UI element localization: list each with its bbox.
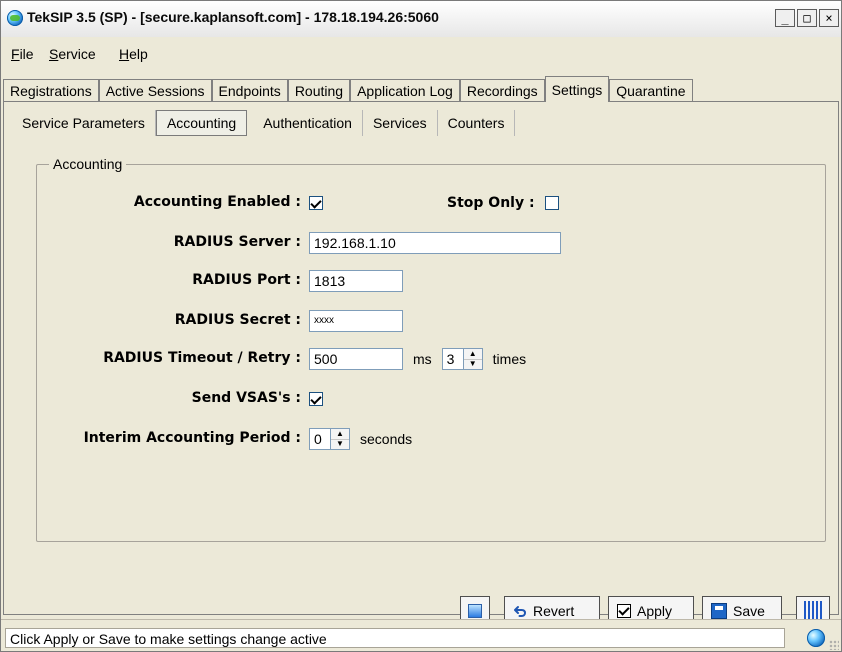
close-button[interactable]: ×	[819, 9, 839, 27]
row-radius-server: RADIUS Server : 192.168.1.10	[37, 231, 825, 255]
row-radius-port: RADIUS Port : 1813	[37, 269, 825, 293]
row-send-vsas: Send VSAS's :	[37, 387, 825, 411]
accounting-enabled-label: Accounting Enabled :	[133, 194, 301, 210]
stop-only-label: Stop Only :	[447, 195, 535, 211]
minimize-button[interactable]: _	[775, 9, 795, 27]
radius-secret-controls: xxxx	[309, 309, 403, 333]
revert-label: Revert	[533, 603, 575, 619]
tab-quarantine[interactable]: Quarantine	[609, 79, 693, 101]
tab-routing[interactable]: Routing	[287, 79, 351, 101]
menu-service[interactable]: Service	[45, 46, 100, 62]
menu-help[interactable]: Help	[115, 46, 152, 62]
main-frame: Registrations Active Sessions Endpoints …	[1, 71, 841, 626]
interim-period-value[interactable]: 0	[310, 429, 330, 449]
status-text: Click Apply or Save to make settings cha…	[5, 628, 785, 648]
subtab-service-parameters[interactable]: Service Parameters	[12, 110, 156, 136]
radius-server-controls: 192.168.1.10	[309, 231, 561, 255]
tab-active-sessions[interactable]: Active Sessions	[98, 79, 212, 101]
radius-timeout-input[interactable]: 500	[309, 348, 403, 370]
app-icon	[7, 10, 23, 26]
apply-check-icon	[617, 604, 631, 618]
save-label: Save	[733, 603, 765, 619]
radius-retry-value[interactable]: 3	[443, 349, 463, 369]
radius-secret-label: RADIUS Secret :	[174, 312, 301, 328]
accounting-groupbox: Accounting Accounting Enabled : Stop Onl…	[36, 156, 826, 542]
radius-port-input[interactable]: 1813	[309, 270, 403, 292]
row-accounting-enabled: Accounting Enabled : Stop Only :	[37, 191, 825, 215]
menu-bar: File Service Help	[1, 37, 841, 72]
app-window: TekSIP 3.5 (SP) - [secure.kaplansoft.com…	[0, 0, 842, 652]
close-icon: ×	[825, 11, 833, 25]
radius-timeout-retry-controls: 500 ms 3 ▲ ▼ times	[309, 347, 526, 371]
title-bar: TekSIP 3.5 (SP) - [secure.kaplansoft.com…	[1, 1, 841, 38]
stop-icon	[468, 604, 482, 618]
send-vsas-controls	[309, 387, 323, 411]
status-bar: Click Apply or Save to make settings cha…	[1, 619, 841, 651]
maximize-button[interactable]: □	[797, 9, 817, 27]
window-controls: _ □ ×	[775, 9, 839, 27]
radius-retry-spinner-buttons: ▲ ▼	[462, 349, 482, 369]
disk-label-area-icon	[715, 606, 723, 610]
main-tabs: Registrations Active Sessions Endpoints …	[3, 75, 693, 102]
interim-period-label: Interim Accounting Period :	[83, 430, 301, 446]
accounting-enabled-controls: Stop Only :	[309, 191, 559, 215]
interim-period-unit: seconds	[360, 431, 413, 447]
spinner-up-icon[interactable]: ▲	[331, 429, 349, 440]
row-interim-period: Interim Accounting Period : 0 ▲ ▼ second…	[37, 427, 825, 451]
radius-port-label: RADIUS Port :	[192, 272, 301, 288]
settings-tab-content: Service Parameters Accounting Authentica…	[3, 101, 839, 626]
spinner-down-icon[interactable]: ▼	[463, 359, 482, 369]
row-radius-secret: RADIUS Secret : xxxx	[37, 309, 825, 333]
subtab-accounting[interactable]: Accounting	[155, 110, 248, 136]
send-vsas-label: Send VSAS's :	[191, 390, 301, 406]
interim-period-controls: 0 ▲ ▼ seconds	[309, 427, 412, 451]
resize-grip-icon[interactable]	[829, 640, 839, 650]
interim-period-spinner[interactable]: 0 ▲ ▼	[309, 428, 350, 450]
tab-application-log[interactable]: Application Log	[350, 79, 460, 101]
settings-subtabs: Service Parameters Accounting Authentica…	[12, 110, 516, 136]
tab-endpoints[interactable]: Endpoints	[211, 79, 288, 101]
tab-settings[interactable]: Settings	[544, 76, 610, 102]
tab-registrations[interactable]: Registrations	[3, 79, 99, 101]
undo-icon	[513, 604, 527, 618]
status-app-icon	[807, 629, 825, 647]
radius-server-input[interactable]: 192.168.1.10	[309, 232, 561, 254]
maximize-icon: □	[803, 11, 811, 25]
radius-timeout-retry-label: RADIUS Timeout / Retry :	[103, 350, 301, 366]
subtab-counters[interactable]: Counters	[438, 110, 516, 136]
radius-retry-unit: times	[492, 351, 527, 367]
radius-port-controls: 1813	[309, 269, 403, 293]
send-vsas-checkbox[interactable]	[309, 392, 323, 406]
radius-server-label: RADIUS Server :	[173, 234, 301, 250]
tab-recordings[interactable]: Recordings	[459, 79, 545, 101]
interim-period-spinner-buttons: ▲ ▼	[330, 429, 349, 449]
subtab-authentication[interactable]: Authentication	[253, 110, 363, 136]
spinner-up-icon[interactable]: ▲	[463, 349, 482, 360]
stop-only-checkbox[interactable]	[544, 196, 559, 210]
checkmark-icon	[618, 604, 630, 616]
apply-label: Apply	[637, 603, 673, 619]
accounting-enabled-checkbox[interactable]	[309, 196, 323, 210]
radius-timeout-unit: ms	[413, 351, 432, 367]
save-disk-icon	[711, 603, 727, 619]
accounting-group-title: Accounting	[49, 156, 127, 172]
radius-secret-input[interactable]: xxxx	[309, 310, 403, 332]
row-radius-timeout-retry: RADIUS Timeout / Retry : 500 ms 3 ▲ ▼ ti…	[37, 347, 825, 371]
radius-retry-spinner[interactable]: 3 ▲ ▼	[441, 348, 483, 370]
minimize-icon: _	[781, 11, 789, 25]
barcode-icon	[804, 601, 822, 621]
subtab-services[interactable]: Services	[363, 110, 438, 136]
spinner-down-icon[interactable]: ▼	[331, 439, 349, 449]
window-title: TekSIP 3.5 (SP) - [secure.kaplansoft.com…	[27, 9, 439, 25]
menu-file[interactable]: File	[7, 46, 38, 62]
